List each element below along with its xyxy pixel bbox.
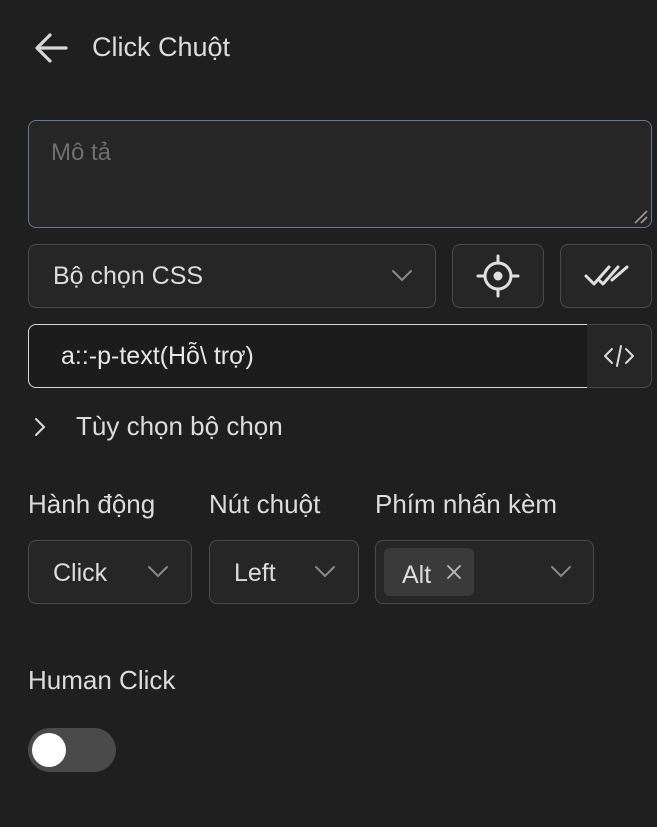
resize-grip-icon[interactable] — [632, 208, 648, 224]
chevron-down-icon — [392, 270, 412, 282]
modifier-keys-dropdown[interactable]: Alt — [375, 540, 594, 604]
page-title: Click Chuột — [92, 32, 231, 62]
crosshair-icon — [476, 254, 520, 298]
code-view-button[interactable] — [587, 324, 652, 388]
mouse-button-value: Left — [234, 559, 276, 587]
modifier-tag: Alt — [384, 548, 474, 596]
action-label: Hành động — [28, 489, 156, 519]
mouse-button-label: Nút chuột — [209, 489, 321, 519]
toggle-knob — [32, 733, 66, 767]
double-check-icon — [584, 265, 629, 286]
arrow-left-icon — [35, 33, 68, 63]
selector-type-value: Bộ chọn CSS — [53, 262, 204, 290]
code-icon — [604, 345, 634, 367]
human-click-toggle[interactable] — [28, 728, 116, 772]
selector-type-dropdown[interactable]: Bộ chọn CSS — [28, 244, 436, 308]
modifier-keys-label: Phím nhấn kèm — [375, 489, 558, 519]
modifier-tag-label: Alt — [402, 561, 432, 589]
close-icon[interactable] — [446, 564, 462, 580]
selector-options-expander[interactable]: Tùy chọn bộ chọn — [28, 408, 358, 448]
chevron-down-icon — [551, 566, 571, 578]
chevron-down-icon — [148, 566, 168, 578]
selector-options-label: Tùy chọn bộ chọn — [76, 411, 283, 441]
action-value: Click — [53, 559, 108, 587]
selector-input[interactable] — [28, 324, 588, 388]
action-dropdown[interactable]: Click — [28, 540, 192, 604]
verify-selector-button[interactable] — [560, 244, 652, 308]
chevron-down-icon — [315, 566, 335, 578]
description-textarea[interactable] — [28, 120, 652, 228]
human-click-label: Human Click — [28, 665, 176, 695]
pick-element-button[interactable] — [452, 244, 544, 308]
chevron-right-icon — [35, 418, 46, 436]
mouse-button-dropdown[interactable]: Left — [209, 540, 359, 604]
back-button[interactable] — [30, 28, 74, 68]
